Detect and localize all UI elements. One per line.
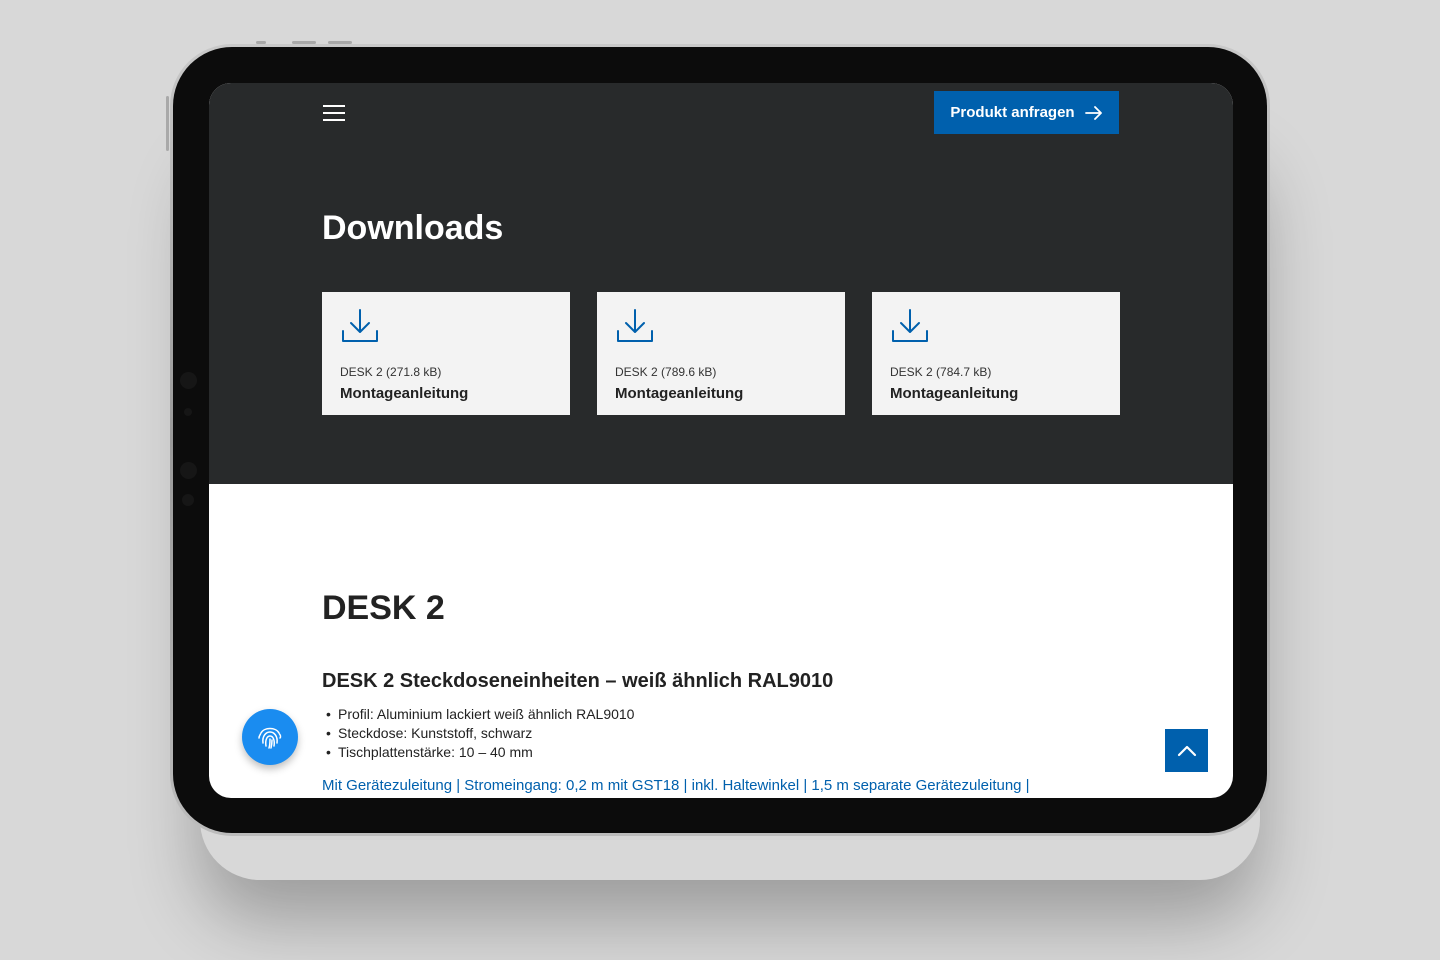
download-icon [617, 309, 653, 342]
download-card[interactable]: DESK 2 (789.6 kB) Montageanleitung [597, 292, 845, 415]
tablet-side-button [166, 96, 169, 151]
feature-item: Tischplattenstärke: 10 – 40 mm [322, 743, 634, 762]
feature-list: Profil: Aluminium lackiert weiß ähnlich … [322, 705, 634, 762]
arrow-right-icon [1084, 105, 1102, 120]
chevron-up-icon [1177, 745, 1196, 756]
download-icon [892, 309, 928, 342]
tablet-side-button [256, 41, 266, 44]
download-icon [342, 309, 378, 342]
camera-dot [184, 408, 192, 416]
product-variant-link[interactable]: Mit Gerätezuleitung | Stromeingang: 0,2 … [322, 777, 1030, 794]
request-product-button[interactable]: Produkt anfragen [934, 91, 1119, 134]
hamburger-menu-icon[interactable] [323, 105, 347, 123]
feature-item: Profil: Aluminium lackiert weiß ähnlich … [322, 705, 634, 724]
camera-dot [182, 494, 194, 506]
download-label: Montageanleitung [615, 385, 744, 402]
downloads-title: Downloads [322, 209, 504, 247]
product-title: DESK 2 [322, 589, 445, 627]
privacy-settings-button[interactable] [242, 709, 298, 765]
tablet-side-button [292, 41, 316, 44]
downloads-section: Produkt anfragen Downloads DESK 2 (271.8… [209, 83, 1233, 484]
request-product-label: Produkt anfragen [950, 104, 1075, 121]
camera-dot [180, 462, 197, 479]
download-meta: DESK 2 (789.6 kB) [615, 365, 717, 379]
stage: Produkt anfragen Downloads DESK 2 (271.8… [0, 0, 1440, 960]
product-subtitle: DESK 2 Steckdoseneinheiten – weiß ähnlic… [322, 670, 834, 692]
download-meta: DESK 2 (271.8 kB) [340, 365, 442, 379]
download-label: Montageanleitung [340, 385, 469, 402]
download-card[interactable]: DESK 2 (271.8 kB) Montageanleitung [322, 292, 570, 415]
scroll-to-top-button[interactable] [1165, 729, 1208, 772]
fingerprint-icon [258, 727, 282, 749]
download-card[interactable]: DESK 2 (784.7 kB) Montageanleitung [872, 292, 1120, 415]
feature-item: Steckdose: Kunststoff, schwarz [322, 724, 634, 743]
download-meta: DESK 2 (784.7 kB) [890, 365, 992, 379]
camera-dot [180, 372, 197, 389]
download-label: Montageanleitung [890, 385, 1019, 402]
screen: Produkt anfragen Downloads DESK 2 (271.8… [209, 83, 1233, 798]
tablet-side-button [328, 41, 352, 44]
